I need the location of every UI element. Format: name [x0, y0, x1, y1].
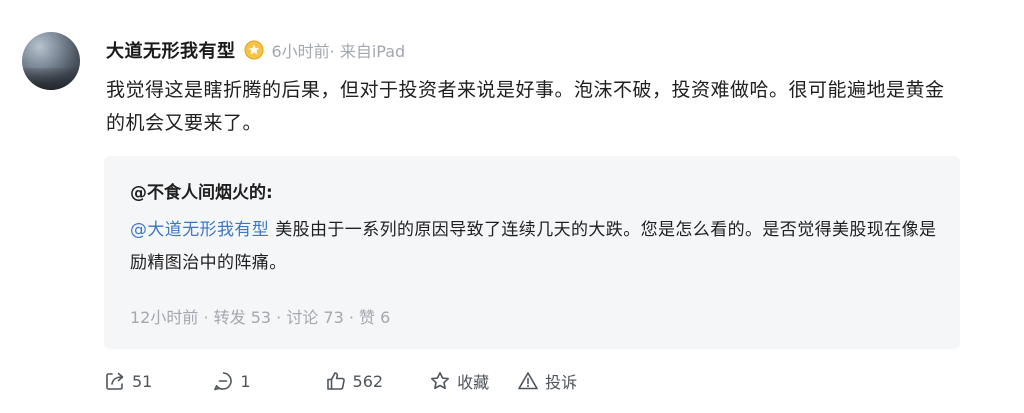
warning-icon	[518, 372, 538, 390]
gold-badge-icon	[244, 40, 264, 60]
post-text: 我觉得这是瞎折腾的后果，但对于投资者来说是好事。泡沫不破，投资难做哈。很可能遍地…	[106, 79, 945, 134]
comment-button[interactable]: 1	[212, 370, 251, 392]
quoted-post[interactable]: @不食人间烟火的: @大道无形我有型 美股由于一系列的原因导致了连续几天的大跌。您…	[104, 156, 960, 349]
star-icon	[431, 372, 450, 390]
like-button[interactable]: 562	[325, 370, 384, 392]
thumbs-up-icon	[326, 372, 345, 390]
post-meta: 6小时前· 来自iPad	[271, 42, 406, 61]
quote-text: @大道无形我有型 美股由于一系列的原因导致了连续几天的大跌。您是怎么看的。是否觉得…	[130, 214, 940, 280]
favorite-label: 收藏	[457, 373, 490, 392]
like-count: 562	[352, 371, 384, 391]
report-button[interactable]: 投诉	[517, 369, 577, 393]
post-header: 大道无形我有型 6小时前· 来自iPad	[106, 38, 405, 62]
comment-count: 1	[240, 371, 251, 391]
mention-link[interactable]: @大道无形我有型	[130, 220, 269, 240]
favorite-button[interactable]: 收藏	[429, 369, 489, 393]
report-label: 投诉	[545, 373, 578, 392]
share-count: 51	[132, 371, 153, 391]
comment-icon	[214, 372, 233, 391]
share-icon	[106, 372, 124, 390]
avatar[interactable]	[22, 32, 80, 90]
action-bar: 51 1 562 收藏 投诉	[104, 368, 577, 394]
share-button[interactable]: 51	[104, 370, 152, 392]
quote-meta: 12小时前 · 转发 53 · 讨论 73 · 赞 6	[130, 308, 391, 327]
author-name[interactable]: 大道无形我有型	[106, 37, 236, 63]
quote-author[interactable]: @不食人间烟火的:	[130, 178, 273, 203]
